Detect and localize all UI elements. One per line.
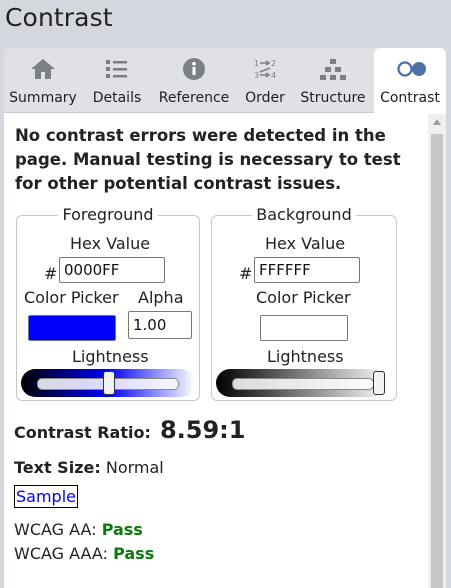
contrast-panel: Summary Details Reference 1 2 3 4 Order … — [4, 48, 446, 588]
background-lightness-rail — [232, 378, 374, 390]
background-title: Background — [212, 205, 396, 224]
svg-text:2: 2 — [271, 59, 276, 68]
foreground-color-picker[interactable] — [28, 315, 116, 341]
background-lightness-label: Lightness — [267, 347, 344, 366]
scroll-up-arrow-icon[interactable] — [433, 119, 441, 125]
background-hex-input[interactable] — [254, 257, 360, 283]
contrast-message: No contrast errors were detected in the … — [15, 126, 401, 193]
tab-reference-label: Reference — [158, 90, 230, 106]
wcag-aaa: WCAG AAA: Pass — [14, 544, 154, 563]
contrast-icon — [395, 55, 426, 83]
background-hex-label: Hex Value — [265, 234, 346, 253]
home-icon — [28, 55, 58, 83]
contrast-content: No contrast errors were detected in the … — [14, 124, 426, 588]
content-scrollbar[interactable] — [428, 114, 446, 588]
tab-contrast[interactable]: Contrast — [374, 48, 446, 113]
svg-text:3: 3 — [254, 71, 259, 80]
scroll-thumb[interactable] — [431, 134, 443, 588]
list-icon — [102, 55, 132, 83]
background-color-picker[interactable] — [260, 315, 348, 341]
background-color-picker-label: Color Picker — [256, 288, 351, 307]
foreground-alpha-input[interactable] — [128, 311, 192, 339]
background-lightness-thumb[interactable] — [373, 371, 385, 395]
sample-text: Sample — [14, 485, 78, 508]
foreground-hex-input[interactable] — [59, 257, 165, 283]
foreground-alpha-label: Alpha — [138, 288, 184, 307]
background-lightness-slider[interactable] — [216, 369, 390, 397]
foreground-hash: # — [44, 264, 58, 283]
tab-summary[interactable]: Summary — [4, 48, 82, 112]
svg-text:4: 4 — [271, 71, 276, 80]
tab-structure-label: Structure — [300, 90, 366, 106]
tab-structure[interactable]: Structure — [296, 48, 370, 112]
contrast-ratio-value: 8.59:1 — [159, 416, 246, 444]
tab-order-label: Order — [245, 90, 285, 106]
contrast-ratio: Contrast Ratio: 8.59:1 — [14, 416, 245, 444]
tab-order[interactable]: 1 2 3 4 Order — [239, 48, 291, 112]
foreground-lightness-label: Lightness — [72, 347, 149, 366]
foreground-title: Foreground — [17, 205, 199, 224]
wcag-aaa-label: WCAG AAA: — [14, 544, 108, 563]
info-icon — [179, 55, 209, 83]
tab-contrast-label: Contrast — [380, 90, 440, 106]
foreground-lightness-thumb[interactable] — [103, 371, 115, 395]
text-size: Text Size: Normal — [14, 458, 164, 477]
foreground-color-picker-label: Color Picker — [24, 288, 119, 307]
contrast-ratio-label: Contrast Ratio: — [14, 423, 151, 442]
background-hash: # — [239, 264, 253, 283]
wcag-aa: WCAG AA: Pass — [14, 520, 143, 539]
text-size-label: Text Size: — [14, 458, 101, 477]
tab-bar: Summary Details Reference 1 2 3 4 Order … — [4, 48, 446, 113]
tab-summary-label: Summary — [9, 90, 77, 106]
app-title: Contrast — [5, 3, 113, 32]
order-icon: 1 2 3 4 — [250, 55, 280, 83]
wcag-aa-label: WCAG AA: — [14, 520, 97, 539]
tab-details[interactable]: Details — [86, 48, 148, 112]
foreground-panel: Foreground Hex Value # Color Picker Alph… — [16, 205, 200, 401]
wcag-aaa-status: Pass — [113, 544, 155, 563]
foreground-lightness-slider[interactable] — [21, 369, 195, 397]
tab-details-label: Details — [92, 90, 142, 106]
structure-icon — [318, 55, 348, 83]
wcag-aa-status: Pass — [101, 520, 143, 539]
background-panel: Background Hex Value # Color Picker Ligh… — [211, 205, 397, 401]
svg-text:1: 1 — [254, 59, 259, 68]
foreground-hex-label: Hex Value — [70, 234, 151, 253]
tab-reference[interactable]: Reference — [152, 48, 236, 112]
text-size-value: Normal — [105, 458, 164, 477]
